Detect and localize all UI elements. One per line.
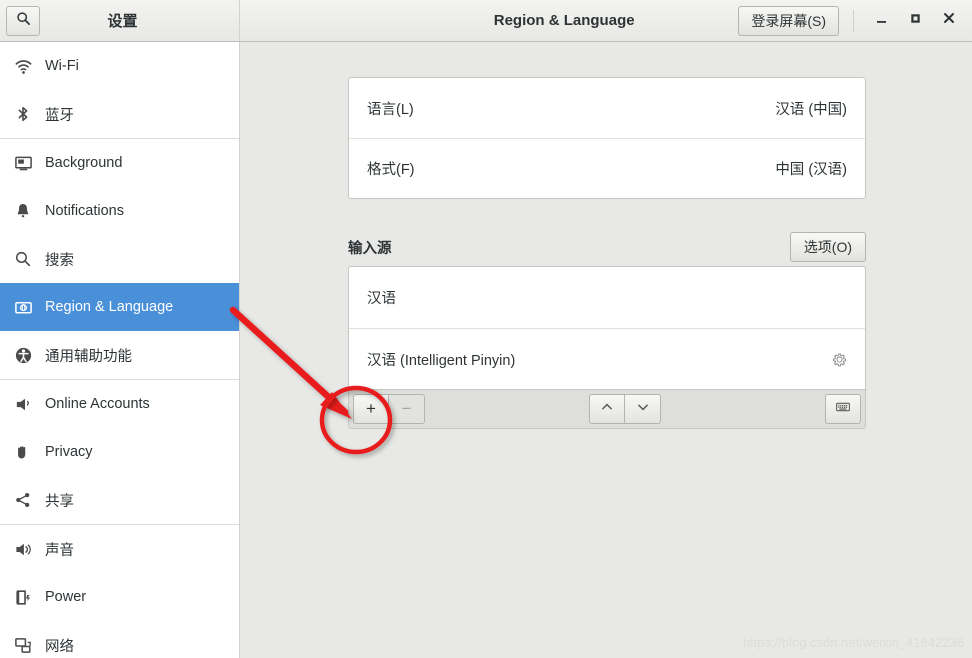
minimize-icon xyxy=(875,12,888,30)
gear-icon[interactable] xyxy=(832,352,847,367)
chevron-up-icon xyxy=(600,399,614,419)
list-item[interactable]: 汉语 (Intelligent Pinyin) xyxy=(349,328,865,389)
input-sources-options-button[interactable]: 选项(O) xyxy=(789,232,866,262)
format-row[interactable]: 格式(F) 中国 (汉语) xyxy=(349,138,865,198)
close-button[interactable] xyxy=(932,6,966,36)
settings-window: 设置 Region & Language 登录屏幕(S) Wi-Fi 蓝牙 Ba… xyxy=(0,0,972,658)
sidebar-item-background[interactable]: Background xyxy=(0,139,239,187)
sidebar-item-bluetooth[interactable]: 蓝牙 xyxy=(0,90,239,138)
sidebar-item-search[interactable]: 搜索 xyxy=(0,235,239,283)
search-button[interactable] xyxy=(6,5,40,36)
sidebar-item-region-language[interactable]: Region & Language xyxy=(0,283,239,331)
sidebar-item-online-accounts[interactable]: Online Accounts xyxy=(0,380,239,428)
sidebar-item-label: Background xyxy=(45,155,123,171)
bell-icon xyxy=(14,202,40,220)
language-card: 语言(L) 汉语 (中国) 格式(F) 中国 (汉语) xyxy=(348,77,866,199)
sidebar-item-label: 通用辅助功能 xyxy=(45,348,132,365)
power-icon xyxy=(14,588,40,607)
sidebar-item-network[interactable]: 网络 xyxy=(0,621,239,658)
search-icon xyxy=(16,11,31,31)
maximize-icon xyxy=(909,12,922,30)
titlebar-content-section: Region & Language 登录屏幕(S) xyxy=(240,0,972,41)
sidebar-item-label: 蓝牙 xyxy=(45,107,74,124)
language-settings-panel: 语言(L) 汉语 (中国) 格式(F) 中国 (汉语) xyxy=(348,77,866,199)
show-keyboard-layout-button[interactable] xyxy=(825,394,861,424)
sidebar-item-label: Region & Language xyxy=(45,299,174,315)
sidebar-item-label: 搜索 xyxy=(45,252,74,269)
sidebar-item-label: 网络 xyxy=(45,638,74,655)
content-area: 语言(L) 汉语 (中国) 格式(F) 中国 (汉语) 输入源 选项(O) 汉语… xyxy=(240,42,972,658)
bluetooth-icon xyxy=(14,105,40,123)
sidebar-item-sound[interactable]: 声音 xyxy=(0,525,239,573)
hand-icon xyxy=(14,443,40,461)
close-icon xyxy=(942,11,956,30)
region-language-icon xyxy=(14,298,40,317)
move-up-button[interactable] xyxy=(589,394,625,424)
maximize-button[interactable] xyxy=(898,6,932,36)
window-body: Wi-Fi 蓝牙 Background Notifications 搜索 Reg… xyxy=(0,42,972,658)
input-sources-title: 输入源 xyxy=(348,240,392,257)
watermark: https://blog.csdn.net/weixin_41842236 xyxy=(742,635,964,650)
search-icon xyxy=(14,250,40,268)
sidebar-item-privacy[interactable]: Privacy xyxy=(0,428,239,476)
language-row-value: 汉语 (中国) xyxy=(775,101,847,118)
move-down-button[interactable] xyxy=(625,394,661,424)
titlebar-sidebar-section: 设置 xyxy=(0,0,240,41)
app-title: 设置 xyxy=(107,13,138,30)
login-screen-button[interactable]: 登录屏幕(S) xyxy=(738,5,839,36)
keyboard-icon xyxy=(835,399,851,420)
add-input-source-button[interactable]: + xyxy=(353,394,389,424)
input-source-name: 汉语 (Intelligent Pinyin) xyxy=(367,352,516,369)
titlebar-divider xyxy=(853,9,854,32)
sidebar-item-label: 声音 xyxy=(45,542,74,559)
input-sources-toolbar: + − xyxy=(348,389,866,429)
sidebar-item-wifi[interactable]: Wi-Fi xyxy=(0,42,239,90)
input-sources-header: 输入源 选项(O) xyxy=(348,228,866,266)
input-sources-list[interactable]: 汉语 汉语 (Intelligent Pinyin) xyxy=(348,266,866,389)
language-row-label: 语言(L) xyxy=(367,101,414,118)
list-item[interactable]: 汉语 xyxy=(349,267,865,328)
minimize-button[interactable] xyxy=(864,6,898,36)
titlebar: 设置 Region & Language 登录屏幕(S) xyxy=(0,0,972,42)
background-icon xyxy=(14,154,40,173)
network-icon xyxy=(14,636,40,655)
sidebar[interactable]: Wi-Fi 蓝牙 Background Notifications 搜索 Reg… xyxy=(0,42,240,658)
format-row-label: 格式(F) xyxy=(367,162,415,178)
remove-input-source-button[interactable]: − xyxy=(389,394,425,424)
page-title: Region & Language xyxy=(493,12,635,29)
wifi-icon xyxy=(14,57,40,76)
sound-icon xyxy=(14,540,40,559)
share-icon xyxy=(14,491,40,509)
chevron-down-icon xyxy=(636,399,650,419)
sidebar-item-universal-access[interactable]: 通用辅助功能 xyxy=(0,331,239,379)
sidebar-item-label: 共享 xyxy=(45,493,74,510)
move-buttons-group xyxy=(589,394,661,424)
sidebar-item-label: Online Accounts xyxy=(45,396,150,412)
online-accounts-icon xyxy=(14,395,40,414)
sidebar-item-power[interactable]: Power xyxy=(0,573,239,621)
input-source-name: 汉语 xyxy=(367,291,396,307)
sidebar-item-label: Power xyxy=(45,589,87,605)
input-sources-panel: 输入源 选项(O) 汉语 汉语 (Intelligent Pinyin) + − xyxy=(348,228,866,429)
sidebar-item-notifications[interactable]: Notifications xyxy=(0,187,239,235)
sidebar-item-label: Wi-Fi xyxy=(45,58,79,74)
accessibility-icon xyxy=(14,346,40,365)
sidebar-item-label: Notifications xyxy=(45,203,124,219)
language-row[interactable]: 语言(L) 汉语 (中国) xyxy=(349,78,865,138)
format-row-value: 中国 (汉语) xyxy=(775,162,847,178)
sidebar-item-label: Privacy xyxy=(45,444,93,460)
sidebar-item-sharing[interactable]: 共享 xyxy=(0,476,239,524)
